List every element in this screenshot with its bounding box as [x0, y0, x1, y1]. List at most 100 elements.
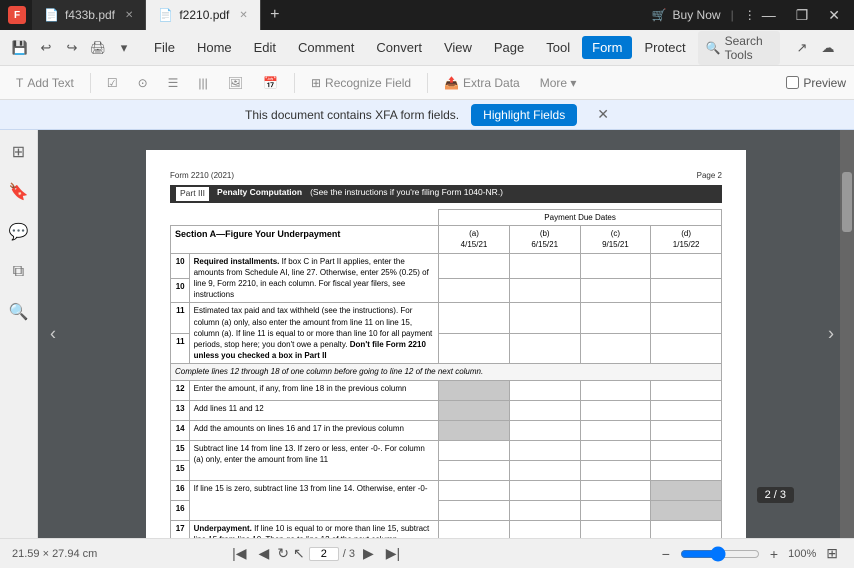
share-icon[interactable]: ↗ [790, 36, 814, 60]
menu-form[interactable]: Form [582, 36, 632, 59]
line-10-c[interactable] [580, 253, 651, 278]
prev-page-button[interactable]: ◀ [255, 543, 274, 564]
line-10-b2[interactable] [509, 278, 580, 303]
next-page-button[interactable]: ▶ [359, 543, 378, 564]
line-12-c[interactable] [580, 380, 651, 400]
image-button[interactable]: 🖼 [220, 73, 251, 93]
more-icon[interactable]: ▾ [112, 36, 136, 60]
line-12-b[interactable] [509, 380, 580, 400]
fit-page-button[interactable]: ⊞ [822, 543, 842, 564]
highlight-fields-button[interactable]: Highlight Fields [471, 104, 577, 126]
date-button[interactable]: 📅 [255, 73, 286, 93]
search-tools-button[interactable]: 🔍 Search Tools [698, 31, 780, 65]
line-11-d[interactable] [651, 303, 722, 333]
search-side-icon[interactable]: 🔍 [5, 298, 33, 326]
line-13-d[interactable] [651, 400, 722, 420]
line-11-c[interactable] [580, 303, 651, 333]
prev-page-arrow[interactable]: ‹ [50, 324, 56, 345]
line-15-d2[interactable] [651, 460, 722, 480]
line-16-a2[interactable] [439, 500, 510, 520]
line-17-d[interactable] [651, 520, 722, 538]
menu-page[interactable]: Page [484, 36, 534, 59]
line-17-c[interactable] [580, 520, 651, 538]
zoom-out-button[interactable]: − [658, 544, 674, 564]
line-15-d[interactable] [651, 440, 722, 460]
comment-icon[interactable]: 💬 [5, 218, 33, 246]
line-10-b[interactable] [509, 253, 580, 278]
minimize-button[interactable]: — [756, 5, 782, 25]
menu-home[interactable]: Home [187, 36, 242, 59]
first-page-button[interactable]: |◀ [228, 543, 250, 564]
maximize-button[interactable]: ❐ [790, 5, 815, 26]
line-14-c[interactable] [580, 420, 651, 440]
next-page-arrow[interactable]: › [828, 324, 834, 345]
line-11-b2[interactable] [509, 333, 580, 363]
scroll-thumb[interactable] [842, 172, 852, 232]
menu-edit[interactable]: Edit [244, 36, 286, 59]
line-10-d2[interactable] [651, 278, 722, 303]
line-13-c[interactable] [580, 400, 651, 420]
line-10-a[interactable] [439, 253, 510, 278]
line-15-b2[interactable] [509, 460, 580, 480]
bookmark-icon[interactable]: 🔖 [5, 178, 33, 206]
line-15-c2[interactable] [580, 460, 651, 480]
page-number-input[interactable] [309, 547, 339, 561]
tab-f433b[interactable]: 📄 f433b.pdf ✕ [32, 0, 146, 30]
line-11-b[interactable] [509, 303, 580, 333]
cursor-icon[interactable]: ↖ [293, 545, 305, 562]
titlebar-menu-icon[interactable]: ⋮ [744, 8, 756, 22]
pdf-scrollbar[interactable] [840, 130, 854, 538]
line-14-b[interactable] [509, 420, 580, 440]
line-11-a2[interactable] [439, 333, 510, 363]
thumbnail-icon[interactable]: ⊞ [5, 138, 33, 166]
line-10-a2[interactable] [439, 278, 510, 303]
line-15-a2[interactable] [439, 460, 510, 480]
listbox-button[interactable]: ☰ [160, 73, 187, 93]
line-16-c[interactable] [580, 480, 651, 500]
undo-icon[interactable]: ↩ [34, 36, 58, 60]
line-15-a[interactable] [439, 440, 510, 460]
line-17-a[interactable] [439, 520, 510, 538]
zoom-slider[interactable] [680, 546, 760, 562]
extra-data-button[interactable]: 📤 Extra Data [436, 73, 528, 93]
line-13-b[interactable] [509, 400, 580, 420]
menu-convert[interactable]: Convert [366, 36, 432, 59]
preview-checkbox[interactable] [786, 76, 799, 89]
line-12-d[interactable] [651, 380, 722, 400]
redo-icon[interactable]: ↪ [60, 36, 84, 60]
notification-close-button[interactable]: ✕ [597, 106, 609, 123]
more-button[interactable]: More ▾ [532, 73, 585, 93]
line-16-b2[interactable] [509, 500, 580, 520]
line-15-c[interactable] [580, 440, 651, 460]
close-button[interactable]: ✕ [822, 5, 846, 26]
line-14-d[interactable] [651, 420, 722, 440]
print-icon[interactable]: 🖨 [86, 36, 110, 60]
cloud-icon[interactable]: ☁ [816, 36, 840, 60]
line-10-d[interactable] [651, 253, 722, 278]
buy-now-label[interactable]: Buy Now [673, 8, 721, 22]
menu-file[interactable]: File [144, 36, 185, 59]
line-15-b[interactable] [509, 440, 580, 460]
line-11-c2[interactable] [580, 333, 651, 363]
menu-protect[interactable]: Protect [634, 36, 695, 59]
buy-now-button[interactable]: 🛒 [652, 8, 667, 22]
menu-comment[interactable]: Comment [288, 36, 364, 59]
line-10-c2[interactable] [580, 278, 651, 303]
line-16-c2[interactable] [580, 500, 651, 520]
save-icon[interactable]: 💾 [8, 36, 32, 60]
tab-close-2[interactable]: ✕ [239, 10, 247, 21]
radio-button[interactable]: ⊙ [130, 73, 156, 93]
add-tab-button[interactable]: + [261, 0, 289, 30]
rotate-icon[interactable]: ↻ [277, 545, 289, 562]
form-field-button[interactable]: ☑ [99, 73, 126, 93]
line-11-a[interactable] [439, 303, 510, 333]
line-17-b[interactable] [509, 520, 580, 538]
add-text-button[interactable]: T Add Text [8, 73, 82, 93]
layers-icon[interactable]: ⧉ [5, 258, 33, 286]
tab-close-1[interactable]: ✕ [125, 10, 133, 21]
zoom-in-button[interactable]: + [766, 544, 782, 564]
line-16-b[interactable] [509, 480, 580, 500]
tab-f2210[interactable]: 📄 f2210.pdf ✕ [146, 0, 260, 30]
menu-tool[interactable]: Tool [536, 36, 580, 59]
line-16-a[interactable] [439, 480, 510, 500]
